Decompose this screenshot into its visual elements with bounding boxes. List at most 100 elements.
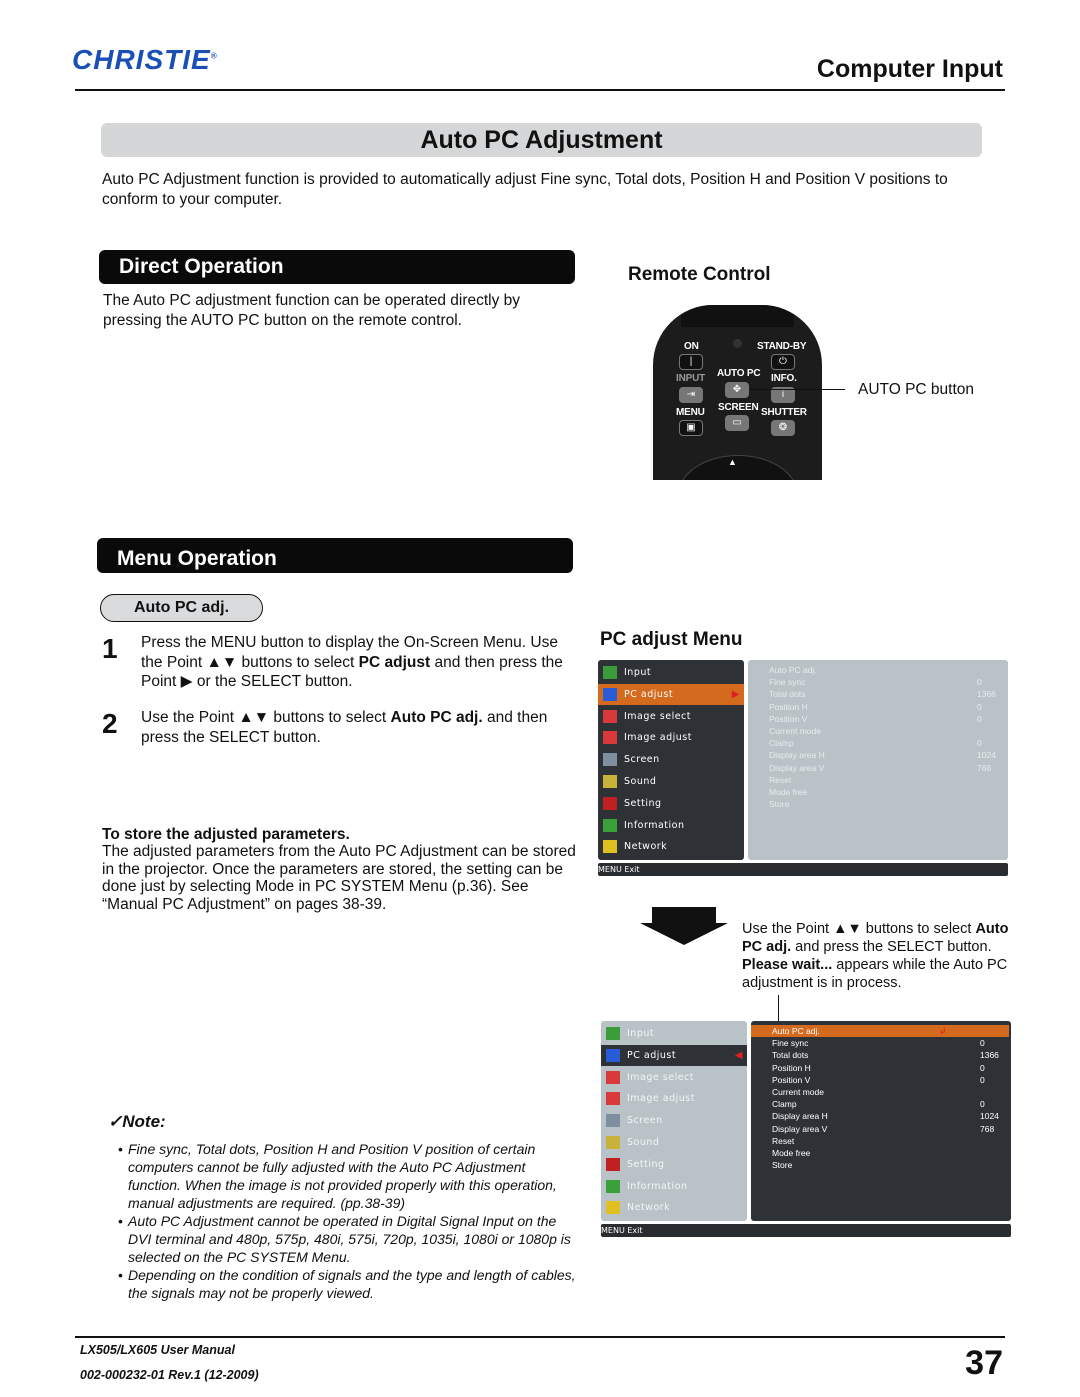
menu-item-screen[interactable]: Screen <box>601 1110 747 1131</box>
menu-item-image-adjust[interactable]: Image adjust <box>598 727 744 748</box>
submenu-value: 1366 <box>980 1050 999 1061</box>
menu-item-label: Information <box>627 1180 688 1192</box>
menu-item-pc-adjust[interactable]: PC adjust ◀ <box>601 1044 747 1066</box>
input-icon <box>603 666 617 679</box>
input-icon <box>606 1027 620 1040</box>
submenu-item[interactable]: Auto PC adj. <box>748 664 1006 676</box>
christie-logo: CHRISTIE® <box>72 44 218 75</box>
submenu-item[interactable]: Display area V 768 <box>751 1123 1009 1135</box>
submenu-item[interactable]: Position H0 <box>748 701 1006 713</box>
menu-item-label: Network <box>624 841 668 853</box>
step-text: Press the MENU button to display the On-… <box>141 634 563 690</box>
menu-sidebar: Input PC adjust ◀ Image select Image adjust S… <box>601 1021 747 1221</box>
arrow-indicator-icon: ◀ <box>734 1049 743 1061</box>
menu-item-image-select[interactable]: Image select <box>598 706 744 727</box>
shutter-button[interactable]: ❂ <box>771 420 795 436</box>
submenu-item[interactable]: Clamp 0 <box>748 737 1006 749</box>
menu-item-sound[interactable]: Sound <box>598 771 744 792</box>
menu-item-information[interactable]: Information <box>601 1176 747 1197</box>
submenu-item[interactable]: Current mode <box>748 725 1006 737</box>
menu-item-label: Setting <box>627 1158 665 1170</box>
submenu-item[interactable]: Clamp 0 <box>751 1098 1009 1110</box>
menu-item-setting[interactable]: Setting <box>598 793 744 814</box>
menu-footer-bar: MENU Exit ◀----- ⬍Move ▶Next SELECT Next <box>598 863 1008 926</box>
submenu-item[interactable]: Position H0 <box>751 1062 1009 1074</box>
submenu-item[interactable]: Total dots 1366 <box>748 688 1006 700</box>
menu-item-input[interactable]: Input <box>601 1023 747 1044</box>
submenu-item[interactable]: Display area H 1024 <box>751 1110 1009 1122</box>
header-divider <box>75 89 1005 91</box>
menu-sidebar: Input PC adjust ▶ Image select Image adjust S… <box>598 660 744 860</box>
submenu-item[interactable]: Mode free <box>751 1147 1009 1159</box>
menu-item-label: Screen <box>627 1115 663 1127</box>
select-instruction: Use the Point ▲▼ buttons to select Auto … <box>742 921 1009 991</box>
screen-button[interactable]: ▭ <box>725 415 749 431</box>
submenu-value: 768 <box>980 1123 995 1134</box>
menu-item-sound[interactable]: Sound <box>601 1132 747 1153</box>
step-number: 1 <box>102 633 118 664</box>
submenu-item[interactable]: Display area H 1024 <box>748 749 1006 761</box>
information-icon <box>606 1179 620 1193</box>
pc-adjust-icon <box>606 1048 620 1062</box>
submenu-value: 0 <box>977 701 982 712</box>
menu-item-setting[interactable]: Setting <box>601 1154 747 1175</box>
note-item: Fine sync, Total dots, Position H and Po… <box>118 1140 580 1212</box>
step-text: Use the Point ▲▼ buttons to select Auto … <box>141 709 548 746</box>
submenu-item[interactable]: Position V0 <box>751 1074 1009 1086</box>
menu-item-pc-adjust[interactable]: PC adjust ▶ <box>598 683 744 705</box>
menu-item-information[interactable]: Information <box>598 815 744 836</box>
menu-item-image-select[interactable]: Image select <box>601 1067 747 1088</box>
submenu-item[interactable]: Store <box>751 1159 1009 1171</box>
footer-hint: ⬍Move <box>598 891 627 900</box>
menu-footer-bar: MENU Exit ◀Back ⬍Move ▶----- SELECT Start <box>601 1224 1011 1287</box>
submenu-value: 0 <box>977 677 982 688</box>
setting-icon <box>603 796 617 810</box>
menu-button[interactable]: ▣ <box>679 420 703 436</box>
menu-item-image-adjust[interactable]: Image adjust <box>601 1088 747 1109</box>
image-select-icon <box>603 709 617 723</box>
submenu-value: 0 <box>980 1062 985 1073</box>
intro-text: Auto PC Adjustment function is provided … <box>102 171 948 208</box>
input-button[interactable]: ⇥ <box>679 387 703 403</box>
submenu-item[interactable]: Fine sync 0 <box>751 1037 1009 1049</box>
menu-item-network[interactable]: Network <box>601 1197 747 1218</box>
menu-item-label: Image select <box>624 710 691 722</box>
network-icon <box>606 1201 620 1215</box>
submenu-item[interactable]: Display area V 768 <box>748 762 1006 774</box>
step-number: 2 <box>102 708 118 739</box>
submenu-panel: Auto PC adj. Fine sync 0 Total dots 1366 Posi… <box>748 660 1008 860</box>
submenu-item[interactable]: Fine sync 0 <box>748 676 1006 688</box>
submenu-value: 0 <box>980 1099 985 1110</box>
standby-button[interactable]: ⏻ <box>771 354 795 370</box>
sound-icon <box>603 775 617 788</box>
menu-item-label: Screen <box>624 754 660 766</box>
submenu-item[interactable]: Store <box>748 798 1006 810</box>
callout-line <box>778 995 779 1023</box>
menu-item-input[interactable]: Input <box>598 662 744 683</box>
point-up-button[interactable]: ▲ <box>728 457 737 467</box>
submenu-value: 0 <box>977 713 982 724</box>
submenu-item[interactable]: Current mode <box>751 1086 1009 1098</box>
pc-adjust-menu-heading: PC adjust Menu <box>600 629 743 650</box>
submenu-item[interactable]: Position V0 <box>748 713 1006 725</box>
menu-item-label: Setting <box>624 797 662 809</box>
remote-control-image: ON STAND-BY | ⏻ INPUT AUTO PC INFO. ⇥ ✥ … <box>653 305 822 480</box>
auto-pc-button[interactable]: ✥ <box>725 382 749 398</box>
information-icon <box>603 818 617 832</box>
footer-divider <box>75 1336 1005 1338</box>
submenu-item[interactable]: Total dots 1366 <box>751 1049 1009 1061</box>
sound-icon <box>606 1136 620 1149</box>
submenu-item[interactable]: Reset <box>751 1135 1009 1147</box>
footer-hint: SELECT Start <box>601 1278 654 1287</box>
remote-control-heading: Remote Control <box>628 264 771 285</box>
auto-pc-button-callout: AUTO PC button <box>858 381 975 398</box>
on-button[interactable]: | <box>679 354 703 370</box>
menu-item-label: Information <box>624 819 685 831</box>
menu-item-screen[interactable]: Screen <box>598 749 744 770</box>
pc-adjust-icon <box>603 687 617 701</box>
submenu-item[interactable]: Auto PC adj. ↲ <box>751 1025 1009 1038</box>
menu-item-network[interactable]: Network <box>598 836 744 857</box>
submenu-item[interactable]: Mode free <box>748 786 1006 798</box>
note-item: Auto PC Adjustment cannot be operated in… <box>118 1212 580 1266</box>
submenu-item[interactable]: Reset <box>748 774 1006 786</box>
